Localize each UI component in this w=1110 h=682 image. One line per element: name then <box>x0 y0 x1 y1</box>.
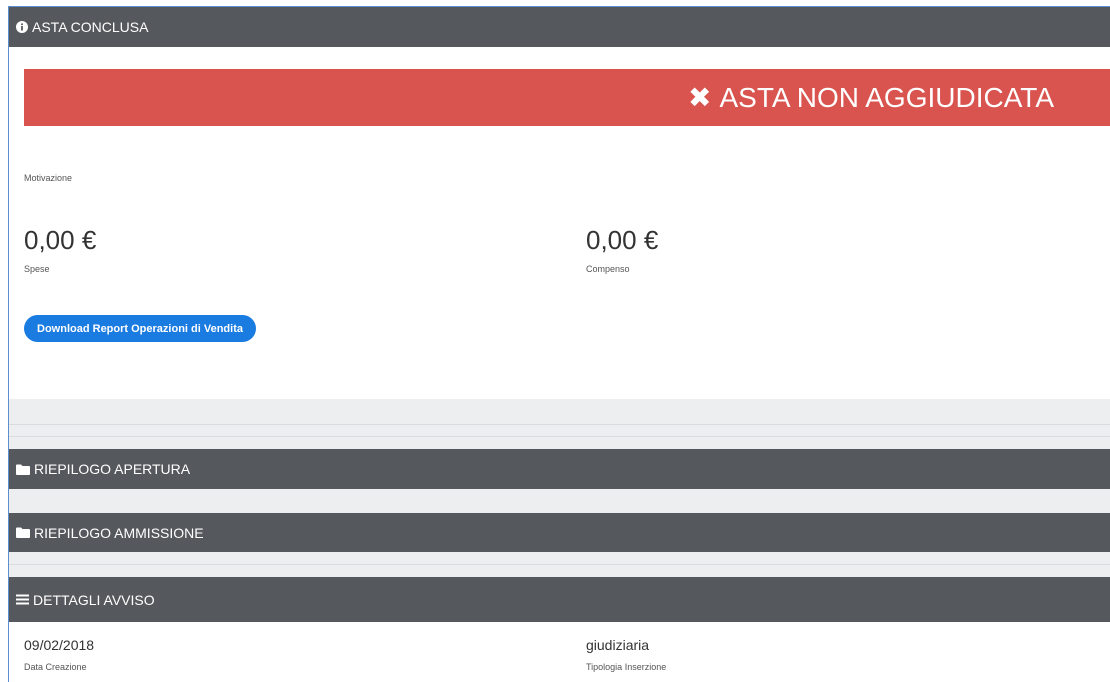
data-creazione-value: 09/02/2018 <box>24 637 95 653</box>
compenso-value: 0,00 € <box>586 225 659 255</box>
separator-band <box>9 489 1110 513</box>
not-awarded-alert: ✖ ASTA NON AGGIUDICATA <box>24 69 1110 126</box>
menu-icon <box>16 594 29 605</box>
auction-detail-page: ASTA CONCLUSA ✖ ASTA NON AGGIUDICATA Mot… <box>8 6 1110 682</box>
dettagli-avviso-header[interactable]: DETTAGLI AVVISO <box>9 577 1110 622</box>
spese-label: Spese <box>24 264 50 274</box>
spese-value: 0,00 € <box>24 225 97 255</box>
divider <box>9 564 1110 565</box>
info-circle-icon <box>16 21 28 33</box>
divider <box>9 436 1110 437</box>
compenso-label: Compenso <box>586 264 630 274</box>
tipologia-inserzione-value: giudiziaria <box>586 637 650 653</box>
riepilogo-ammissione-title: RIEPILOGO AMMISSIONE <box>34 524 204 541</box>
alert-text: ASTA NON AGGIUDICATA <box>719 81 1055 113</box>
folder-icon <box>16 464 30 475</box>
riepilogo-apertura-title: RIEPILOGO APERTURA <box>34 461 191 477</box>
download-report-button[interactable]: Download Report Operazioni di Vendita <box>24 315 256 342</box>
riepilogo-apertura-header[interactable]: RIEPILOGO APERTURA <box>9 449 1110 489</box>
riepilogo-ammissione-header[interactable]: RIEPILOGO AMMISSIONE <box>9 513 1110 552</box>
asta-conclusa-header: ASTA CONCLUSA <box>9 7 1110 47</box>
data-creazione-label: Data Creazione <box>24 662 87 672</box>
asta-conclusa-title: ASTA CONCLUSA <box>32 19 149 35</box>
close-icon: ✖ <box>688 82 712 113</box>
divider <box>9 424 1110 425</box>
tipologia-inserzione-label: Tipologia Inserzione <box>586 662 667 672</box>
motivazione-label: Motivazione <box>24 173 73 183</box>
folder-icon <box>16 527 30 538</box>
dettagli-avviso-title: DETTAGLI AVVISO <box>33 591 155 608</box>
